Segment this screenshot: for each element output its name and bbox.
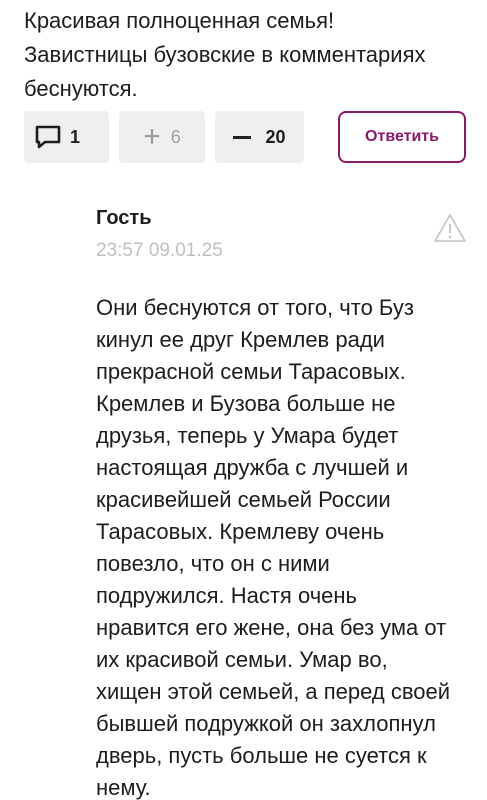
comment-text: Красивая полноценная семья! Завистницы б… [24, 8, 426, 101]
upvote-button[interactable]: + 6 [119, 111, 205, 163]
comment-actions: 1 + 6 20 Ответить [24, 111, 474, 163]
downvote-button[interactable]: 20 [215, 111, 304, 163]
warning-triangle-icon[interactable] [433, 213, 467, 243]
replies-count: 1 [70, 126, 81, 147]
reply-timestamp: 23:57 09.01.25 [96, 240, 223, 261]
plus-icon: + [143, 120, 161, 153]
comment-thread: Красивая полноценная семья! Завистницы б… [0, 0, 487, 800]
reply-text: Они беснуются от того, что Буз кинул ее … [96, 295, 451, 800]
minus-icon [233, 135, 252, 139]
upvote-count: 6 [170, 126, 181, 147]
reply-author: Гость [96, 207, 152, 229]
reply-comment: Гость 23:57 09.01.25 Они беснуются от то… [96, 205, 466, 800]
reply-button[interactable]: Ответить [338, 111, 466, 163]
replies-count-button[interactable]: 1 [24, 111, 109, 163]
downvote-count: 20 [265, 126, 286, 147]
comment-bubble-icon [35, 125, 61, 149]
